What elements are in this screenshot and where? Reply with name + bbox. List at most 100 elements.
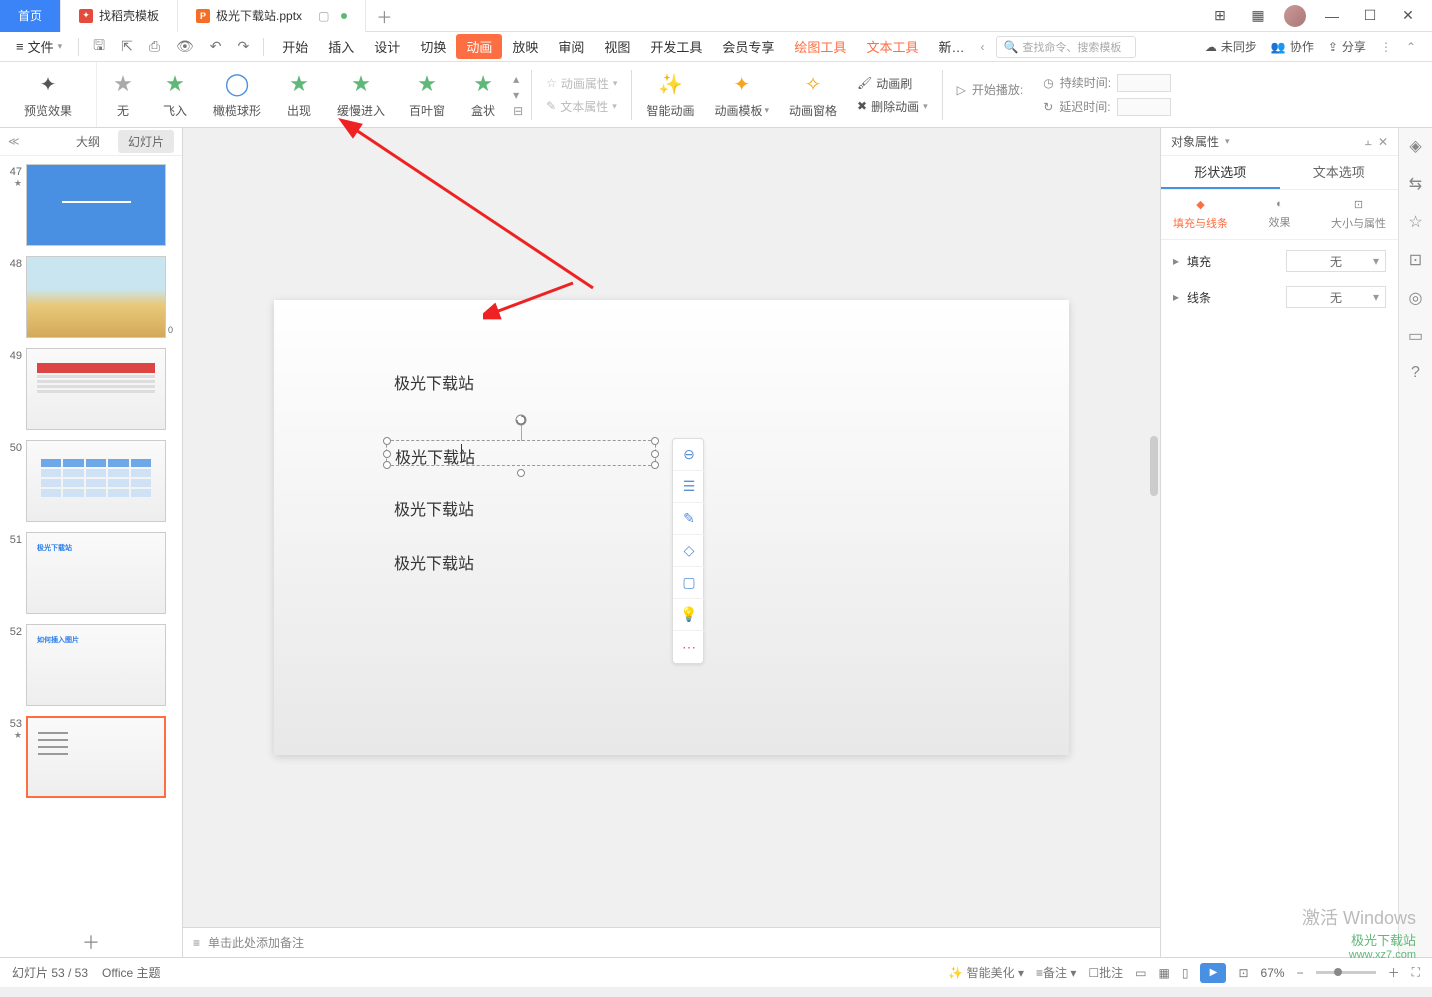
effect-出现[interactable]: ★出现 (273, 70, 325, 119)
effect-飞入[interactable]: ★飞入 (149, 70, 201, 119)
gallery-down-icon[interactable]: ▾ (513, 88, 523, 102)
slide-thumbnail[interactable] (26, 348, 166, 430)
tab-shape-options[interactable]: 形状选项 (1161, 156, 1280, 189)
apps-icon[interactable]: ▦ (1246, 7, 1270, 24)
delete-anim-button[interactable]: ✖删除动画 ▾ (857, 98, 928, 115)
rail-clip-icon[interactable]: ⊡ (1409, 250, 1422, 270)
effect-盒状[interactable]: ★盒状 (457, 70, 509, 119)
slide-thumbnail[interactable]: 如何插入图片 (26, 624, 166, 706)
menu-开发工具[interactable]: 开发工具 (640, 34, 712, 59)
fullscreen-icon[interactable]: ⛶ (1412, 965, 1420, 980)
rail-present-icon[interactable]: ▭ (1408, 326, 1423, 346)
slide-thumbnail[interactable]: 极光下载站 (26, 532, 166, 614)
menu-放映[interactable]: 放映 (502, 34, 548, 59)
slideshow-button[interactable]: ▶ (1200, 963, 1226, 983)
subtab-size[interactable]: ⊡大小与属性 (1319, 190, 1398, 239)
redo-icon[interactable]: ↷ (232, 38, 256, 55)
handle-ne[interactable] (651, 437, 659, 445)
rail-star-icon[interactable]: ☆ (1408, 212, 1422, 232)
fit-icon[interactable]: ⊡ (1238, 966, 1248, 980)
pin-icon[interactable]: ⫠ (1365, 134, 1372, 149)
menu-插入[interactable]: 插入 (318, 34, 364, 59)
menu-审阅[interactable]: 审阅 (548, 34, 594, 59)
text-prop-button[interactable]: ✎文本属性 ▾ (546, 98, 617, 115)
anim-pane-button[interactable]: ✧动画窗格 (779, 70, 847, 119)
beautify-button[interactable]: ✨ 智能美化 ▾ (948, 964, 1024, 981)
subtab-fill[interactable]: ◆填充与线条 (1161, 190, 1240, 239)
scrollbar-thumb[interactable] (1150, 436, 1158, 496)
preview-button[interactable]: ✦ 预览效果 (14, 70, 82, 119)
print-icon[interactable]: ⎙ (143, 38, 166, 55)
slide-thumbnail[interactable] (26, 164, 166, 246)
zoom-value[interactable]: 67% (1261, 966, 1285, 980)
rail-assistant-icon[interactable]: ◈ (1409, 136, 1421, 156)
search-input[interactable]: 🔍 查找命令、搜索模板 (996, 36, 1136, 58)
undo-icon[interactable]: ↶ (204, 38, 228, 55)
menu-设计[interactable]: 设计 (364, 34, 410, 59)
menu-视图[interactable]: 视图 (594, 34, 640, 59)
zoom-out-icon[interactable]: − (1297, 966, 1304, 980)
menu-prev-icon[interactable]: ‹ (978, 40, 986, 54)
maximize-icon[interactable]: ☐ (1358, 7, 1382, 24)
close-props-icon[interactable]: ✕ (1378, 135, 1388, 149)
duration-input[interactable] (1117, 74, 1171, 92)
slide-thumbnail[interactable]: 0 (26, 256, 166, 338)
menu-会员专享[interactable]: 会员专享 (712, 34, 784, 59)
text-line-4[interactable]: 极光下载站 (394, 550, 474, 574)
view-reading-icon[interactable]: ▯ (1182, 966, 1189, 980)
subtab-effect[interactable]: ◐效果 (1240, 190, 1319, 239)
tab-menu-icon[interactable]: ▢ (318, 9, 329, 23)
unsync-button[interactable]: ☁未同步 (1205, 38, 1257, 55)
save-icon[interactable]: 🖫 (87, 35, 111, 59)
zoom-slider[interactable] (1316, 971, 1376, 974)
handle-w[interactable] (383, 450, 391, 458)
smart-anim-button[interactable]: ✨智能动画 (636, 70, 704, 119)
slide-canvas[interactable]: 极光下载站 极光下载站 极光下载站 极光下载站 ⊖ (274, 300, 1069, 755)
preview-icon[interactable]: 👁 (170, 38, 200, 55)
gallery-up-icon[interactable]: ▴ (513, 72, 523, 86)
delay-input[interactable] (1117, 98, 1171, 116)
tab-slides[interactable]: 幻灯片 (118, 130, 174, 153)
effect-百叶窗[interactable]: ★百叶窗 (397, 70, 457, 119)
ft-fill-icon[interactable]: ◇ (673, 535, 705, 567)
ft-collapse-icon[interactable]: ⊖ (673, 439, 705, 471)
ft-idea-icon[interactable]: 💡 (673, 599, 705, 631)
handle-se[interactable] (651, 461, 659, 469)
rail-settings-icon[interactable]: ⇆ (1409, 174, 1422, 194)
tab-templates[interactable]: ✦ 找稻壳模板 (61, 0, 178, 32)
file-menu[interactable]: ≡ 文件 ▾ (8, 35, 70, 58)
tab-home[interactable]: 首页 (0, 0, 61, 32)
collapse-icon[interactable]: ≪ (8, 135, 20, 148)
share-button[interactable]: ⇪分享 (1328, 38, 1366, 55)
notes-bar[interactable]: ≡ 单击此处添加备注 (183, 927, 1160, 957)
layout-icon[interactable]: ⊞ (1208, 7, 1232, 24)
line-select[interactable]: 无 (1286, 286, 1386, 308)
slide-thumbnail[interactable] (26, 440, 166, 522)
handle-sw[interactable] (383, 461, 391, 469)
tab-file[interactable]: P 极光下载站.pptx ▢ (178, 0, 366, 32)
menu-开始[interactable]: 开始 (272, 34, 318, 59)
tab-text-options[interactable]: 文本选项 (1280, 156, 1399, 189)
handle-e[interactable] (651, 450, 659, 458)
slide-thumbnail[interactable] (26, 716, 166, 798)
text-line-3[interactable]: 极光下载站 (394, 496, 474, 520)
anim-prop-button[interactable]: ☆动画属性 ▾ (546, 75, 617, 92)
menu-绘图工具[interactable]: 绘图工具 (784, 34, 856, 59)
menu-动画[interactable]: 动画 (456, 34, 502, 59)
rotation-handle-icon[interactable] (514, 413, 528, 430)
effect-无[interactable]: ★无 (97, 70, 149, 119)
add-slide-button[interactable]: ＋ (0, 927, 182, 957)
more-icon[interactable]: ⋮ (1380, 40, 1392, 54)
anim-brush-button[interactable]: 🖌动画刷 (857, 75, 928, 92)
rail-help-icon[interactable]: ? (1411, 364, 1420, 382)
ft-more-icon[interactable]: ⋯ (673, 631, 705, 663)
ft-layers-icon[interactable]: ☰ (673, 471, 705, 503)
anim-template-button[interactable]: ✦动画模板▾ (704, 70, 779, 119)
minimize-icon[interactable]: — (1320, 8, 1344, 24)
zoom-in-icon[interactable]: ＋ (1388, 964, 1400, 981)
view-sorter-icon[interactable]: ▦ (1159, 966, 1170, 980)
vertical-scrollbar[interactable] (1148, 128, 1160, 897)
handle-s[interactable] (517, 469, 525, 477)
menu-文本工具[interactable]: 文本工具 (856, 34, 928, 59)
gallery-more-icon[interactable]: ⊟ (513, 104, 523, 118)
